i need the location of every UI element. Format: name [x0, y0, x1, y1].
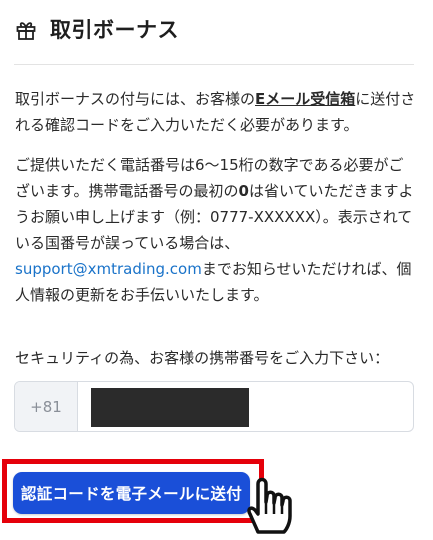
phone-note-text: ご提供いただく電話番号は6～15桁の数字である必要がございます。携帯電話番号の最… — [15, 152, 417, 308]
country-code-prefix: +81 — [15, 382, 78, 431]
gift-icon — [16, 22, 36, 40]
phone-note-zero: 0 — [238, 182, 249, 200]
send-code-button[interactable]: 認証コードを電子メールに送付 — [13, 472, 250, 514]
support-email-link[interactable]: support@xmtrading.com — [15, 260, 202, 278]
email-inbox-emphasis: Eメール受信箱 — [255, 90, 356, 108]
phone-field-label: セキュリティの為、お客様の携帯番号をご入力下さい： — [15, 349, 390, 367]
phone-number-input[interactable] — [78, 382, 413, 431]
pointer-hand-icon — [247, 477, 292, 534]
intro-text-part1: 取引ボーナスの付与には、お客様の — [15, 90, 256, 108]
divider — [14, 64, 414, 65]
page-title: 取引ボーナス — [50, 18, 179, 42]
intro-text: 取引ボーナスの付与には、お客様のEメール受信箱に送付される確認コードをご入力いた… — [15, 86, 417, 138]
phone-input-group: +81 — [14, 381, 414, 432]
redacted-phone-value — [91, 388, 249, 427]
header: 取引ボーナス — [0, 0, 433, 62]
